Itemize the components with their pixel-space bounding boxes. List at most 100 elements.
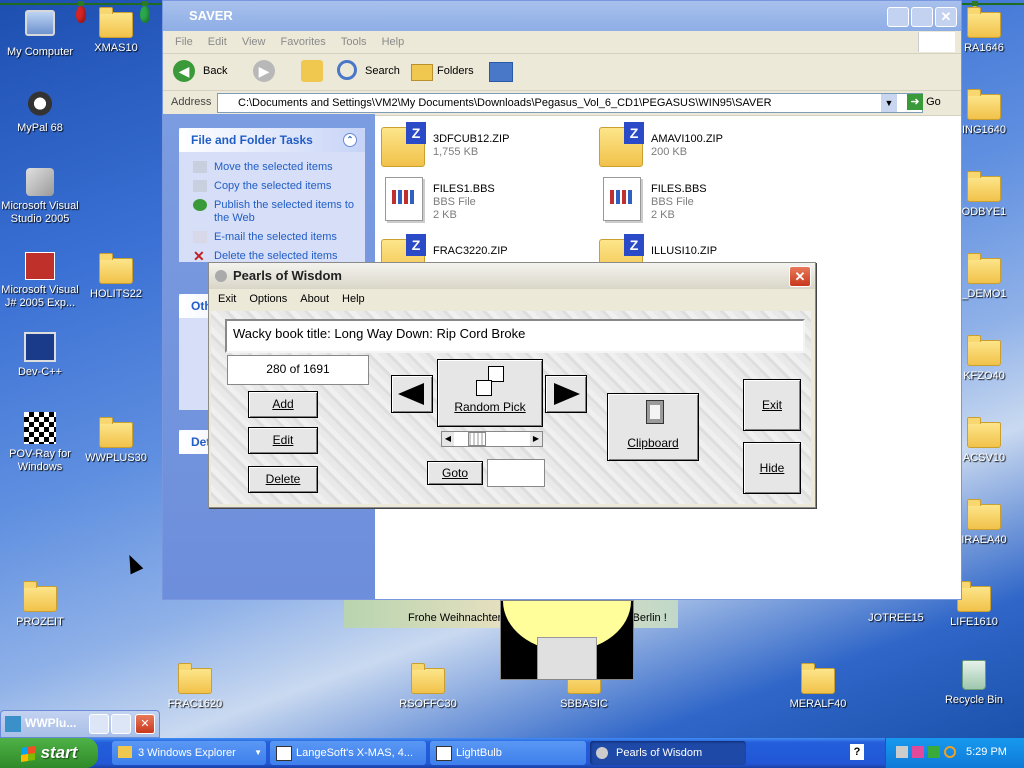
mouse-cursor-icon [123, 552, 144, 575]
clock[interactable]: 5:29 PM [966, 746, 1007, 758]
task-label: Move the selected items [214, 161, 333, 173]
computer-icon [25, 10, 55, 36]
menu-view[interactable]: View [242, 36, 266, 48]
desktop-icon-holits22[interactable]: HOLITS22 [76, 252, 156, 301]
address-input[interactable]: C:\Documents and Settings\VM2\My Documen… [217, 93, 923, 113]
delete-x-icon: ✕ [193, 248, 205, 264]
taskbar-button-pearls[interactable]: Pearls of Wisdom [590, 741, 746, 765]
random-pick-button[interactable]: Random Pick [437, 359, 543, 427]
file-item[interactable]: FILES1.BBS BBS File 2 KB [385, 177, 595, 225]
scroll-left-icon[interactable]: ◀ [442, 432, 454, 446]
maximize-button[interactable] [911, 7, 933, 27]
next-button[interactable] [545, 375, 587, 413]
pearls-titlebar[interactable]: Pearls of Wisdom ✕ [209, 263, 815, 289]
tray-icon[interactable] [944, 746, 956, 758]
folder-icon [957, 581, 991, 612]
task-copy[interactable]: Copy the selected items [179, 177, 365, 196]
position-scrollbar[interactable]: ◀ ▶ [441, 431, 543, 447]
desktop-icon-label: Microsoft Visual J# 2005 Exp... [1, 284, 79, 309]
desktop-icon-visual-studio[interactable]: Microsoft Visual Studio 2005 [0, 168, 80, 226]
clipboard-label: Clipboard [627, 436, 679, 450]
close-button[interactable]: ✕ [789, 266, 811, 287]
desktop-icon-wwplus30[interactable]: WWPLUS30 [76, 416, 156, 465]
task-label: Publish the selected items to the Web [214, 199, 355, 224]
desktop-icon-povray[interactable]: POV-Ray for Windows [0, 412, 80, 474]
file-name: AMAVI100.ZIP [651, 133, 723, 145]
help-icon[interactable]: ? [850, 744, 864, 760]
menu-about[interactable]: About [300, 293, 329, 305]
folder-icon [99, 417, 133, 448]
desktop-icon-frac1620[interactable]: FRAC1620 [155, 662, 235, 711]
desktop-icon-visual-jsharp[interactable]: Microsoft Visual J# 2005 Exp... [0, 252, 80, 310]
file-item[interactable]: FILES.BBS BBS File 2 KB [603, 177, 813, 225]
desktop-icon-meralf40[interactable]: MERALF40 [778, 662, 858, 711]
task-move[interactable]: Move the selected items [179, 158, 365, 177]
menu-favorites[interactable]: Favorites [281, 36, 326, 48]
taskbar-button-xmas[interactable]: LangeSoft's X-MAS, 4... [270, 741, 426, 765]
file-item[interactable]: Z 3DFCUB12.ZIP 1,755 KB [381, 122, 591, 171]
close-button[interactable]: ✕ [135, 714, 155, 734]
app-icon [215, 270, 227, 282]
desktop-icon-label: ACSV10 [962, 452, 1006, 464]
file-name: FRAC3220.ZIP [433, 245, 508, 257]
file-item[interactable]: Z AMAVI100.ZIP 200 KB [599, 122, 809, 171]
desktop-icon-jotree15[interactable]: JOTREE15 [856, 612, 936, 625]
folder-icon [118, 746, 132, 758]
views-icon[interactable] [489, 62, 513, 82]
edit-button[interactable]: Edit [248, 427, 318, 454]
menu-options[interactable]: Options [249, 293, 287, 305]
menu-tools[interactable]: Tools [341, 36, 367, 48]
folder-icon [967, 89, 1001, 120]
task-publish[interactable]: Publish the selected items to the Web [179, 196, 365, 228]
go-button[interactable]: ➜ Go [907, 94, 941, 110]
taskbar-button-lightbulb[interactable]: LightBulb [430, 741, 586, 765]
tray-icon[interactable] [912, 746, 924, 758]
menu-file[interactable]: File [175, 36, 193, 48]
menu-edit[interactable]: Edit [208, 36, 227, 48]
hide-label: Hide [759, 461, 785, 475]
desktop-icon-devcpp[interactable]: Dev-C++ [0, 332, 80, 379]
wwplus-minimized-window[interactable]: WWPlu... ✕ [0, 710, 160, 738]
up-folder-icon[interactable] [301, 60, 323, 82]
desktop-icon-xmas10[interactable]: XMAS10 [76, 6, 156, 55]
address-dropdown-icon[interactable]: ▼ [881, 94, 897, 112]
folder-icon [99, 253, 133, 284]
goto-button[interactable]: Goto [427, 461, 483, 485]
minimize-button[interactable] [887, 7, 909, 27]
previous-button[interactable] [391, 375, 433, 413]
menu-help[interactable]: Help [342, 293, 365, 305]
menu-help[interactable]: Help [382, 36, 405, 48]
goto-input[interactable] [487, 459, 545, 487]
exit-button[interactable]: Exit [743, 379, 801, 431]
scroll-thumb[interactable] [468, 432, 486, 446]
add-button[interactable]: Add [248, 391, 318, 418]
menu-exit[interactable]: Exit [218, 293, 236, 305]
zip-folder-icon: Z [381, 122, 426, 167]
hide-button[interactable]: Hide [743, 442, 801, 494]
file-size: 2 KB [433, 209, 457, 221]
clipboard-button[interactable]: Clipboard [607, 393, 699, 461]
app-window-icon [276, 746, 292, 761]
restore-button[interactable] [89, 714, 109, 734]
file-name: FILES.BBS [651, 183, 707, 195]
desktop-icon-recycle-bin[interactable]: Recycle Bin [934, 660, 1014, 707]
start-button[interactable]: start [0, 738, 98, 768]
collapse-icon[interactable]: ⌃ [343, 133, 357, 147]
tray-icon[interactable] [928, 746, 940, 758]
desktop-icon-my-computer[interactable]: My Computer [0, 6, 80, 59]
desktop-icon-mypal[interactable]: MyPal 68 [0, 86, 80, 135]
forward-arrow-icon[interactable]: ▶ [253, 60, 275, 82]
task-email[interactable]: E-mail the selected items [179, 228, 365, 247]
maximize-button[interactable] [111, 714, 131, 734]
explorer-titlebar[interactable]: SAVER ✕ [163, 1, 961, 31]
tasks-header[interactable]: File and Folder Tasks ⌃ [179, 128, 365, 152]
taskbar-button-explorer[interactable]: 3 Windows Explorer ▼ [112, 741, 266, 765]
close-button[interactable]: ✕ [935, 7, 957, 27]
desktop-icon-label: MERALF40 [789, 698, 847, 710]
scroll-right-icon[interactable]: ▶ [530, 432, 542, 446]
delete-button[interactable]: Delete [248, 466, 318, 493]
desktop-icon-prozeit[interactable]: PROZEIT [0, 580, 80, 629]
folder-icon [178, 663, 212, 694]
tray-icon[interactable] [896, 746, 908, 758]
desktop-icon-rsoffc30[interactable]: RSOFFC30 [388, 662, 468, 711]
